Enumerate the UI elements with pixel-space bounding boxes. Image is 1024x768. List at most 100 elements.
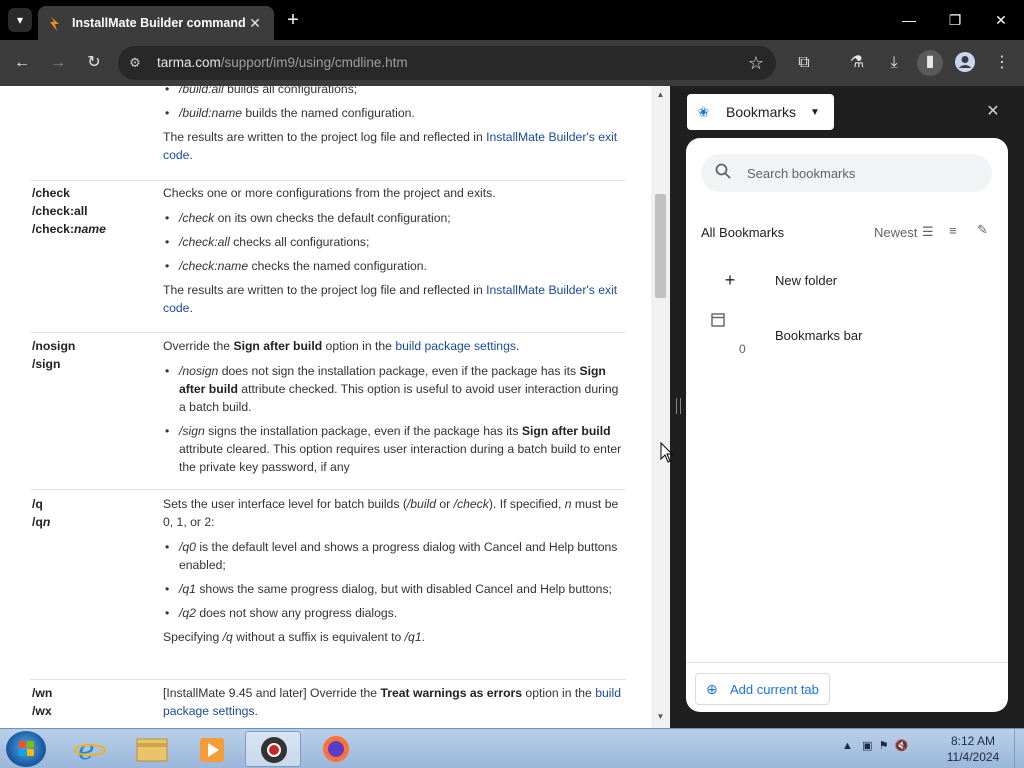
option-code: /build:all bbox=[179, 86, 224, 96]
url-path: /support/im9/using/cmdline.htm bbox=[220, 55, 408, 70]
volume-muted-icon[interactable]: 🔇 bbox=[895, 740, 909, 752]
system-tray: ▲ ▣ ⚑ 🔇 bbox=[842, 739, 908, 752]
show-hidden-icons[interactable]: ▲ bbox=[842, 740, 853, 752]
list-item: /check on its own checks the default con… bbox=[163, 209, 623, 227]
close-window-button[interactable]: ✕ bbox=[989, 8, 1013, 32]
flag-icon[interactable]: ⚑ bbox=[879, 740, 889, 752]
option-code: /q1 bbox=[404, 630, 422, 644]
item-text: checks the named configuration. bbox=[248, 259, 427, 273]
selector-label: Bookmarks bbox=[726, 104, 797, 120]
back-icon[interactable]: ← bbox=[10, 51, 34, 75]
restore-button[interactable]: ❐ bbox=[943, 8, 967, 32]
bookmarks-icon: ✬ bbox=[697, 104, 710, 121]
option-code: /sign bbox=[179, 424, 205, 438]
search-bookmarks-input[interactable]: Search bookmarks bbox=[701, 154, 992, 192]
bookmarks-panel: Search bookmarks All Bookmarks Newest ☰ … bbox=[686, 138, 1008, 712]
network-icon[interactable]: ▣ bbox=[862, 740, 872, 752]
active-tab[interactable]: InstallMate Builder command l ✕ bbox=[38, 6, 274, 40]
item-text: signs the installation package, even if … bbox=[204, 424, 522, 438]
bold-text: Treat warnings as errors bbox=[380, 686, 523, 700]
show-desktop-button[interactable] bbox=[1014, 729, 1024, 768]
row-options: /q /qn bbox=[32, 495, 152, 531]
bookmark-star-icon[interactable]: ☆ bbox=[746, 53, 766, 73]
side-panel-selector[interactable]: ✬ Bookmarks ▼ bbox=[687, 94, 834, 130]
menu-icon[interactable]: ⋮ bbox=[990, 51, 1014, 75]
option-code: n bbox=[564, 497, 572, 511]
list-item: /build:all builds all configurations; bbox=[163, 86, 623, 98]
para-text: . bbox=[189, 148, 193, 162]
resize-grip-icon[interactable] bbox=[676, 398, 681, 414]
para-text: or bbox=[436, 497, 454, 511]
close-panel-icon[interactable]: ✕ bbox=[984, 102, 1002, 122]
item-text: attribute checked. This option is useful… bbox=[179, 382, 619, 414]
list-view-icon[interactable]: ≡ bbox=[949, 223, 957, 238]
scroll-up-icon[interactable]: ▲ bbox=[655, 90, 666, 99]
add-circle-icon: ⊕ bbox=[706, 680, 718, 697]
plus-icon: + bbox=[703, 261, 757, 299]
option-code: /q1 bbox=[179, 582, 196, 596]
list-item[interactable]: 0 Bookmarks bar bbox=[701, 310, 991, 362]
forward-icon[interactable]: → bbox=[46, 51, 70, 75]
option-label: /q bbox=[32, 497, 43, 511]
add-current-tab-button[interactable]: ⊕ Add current tab bbox=[695, 673, 830, 705]
list-item: /q2 does not show any progress dialogs. bbox=[163, 604, 623, 622]
sort-icon[interactable]: ☰ bbox=[922, 224, 934, 240]
option-label: /nosign bbox=[32, 339, 76, 353]
favicon-icon bbox=[48, 16, 62, 31]
clock[interactable]: 8:12 AM 11/4/2024 bbox=[940, 733, 1006, 765]
new-tab-button[interactable]: + bbox=[282, 9, 304, 31]
outro-text: Specifying /q without a suffix is equiva… bbox=[163, 628, 623, 646]
build-package-settings-link[interactable]: build package settings bbox=[395, 339, 516, 353]
new-folder-button[interactable]: + New folder bbox=[701, 261, 991, 301]
all-bookmarks-label: All Bookmarks bbox=[701, 225, 785, 240]
item-text: checks all configurations; bbox=[229, 235, 370, 249]
start-button[interactable] bbox=[6, 731, 46, 767]
row-options: /check /check:all /check:name bbox=[32, 184, 152, 238]
caret-down-icon: ▼ bbox=[810, 106, 820, 118]
tab-search-button[interactable]: ▾ bbox=[8, 8, 32, 32]
scroll-down-icon[interactable]: ▼ bbox=[655, 712, 666, 721]
bookmarks-bar-label: Bookmarks bar bbox=[775, 328, 863, 343]
table-row: /q /qn Sets the user interface level for… bbox=[30, 495, 626, 680]
labs-icon[interactable]: ⚗ bbox=[845, 51, 869, 75]
bold-text: Sign after build bbox=[233, 339, 323, 353]
edit-icon[interactable]: ✎ bbox=[977, 222, 988, 238]
tab-close-icon[interactable]: ✕ bbox=[246, 15, 264, 32]
option-code: /q2 bbox=[179, 606, 196, 620]
internet-explorer-icon[interactable]: e bbox=[62, 731, 118, 767]
browser-toolbar: ← → ↻ ⚙ tarma.com/support/im9/using/cmdl… bbox=[0, 40, 1024, 86]
bold-text: Sign after build bbox=[521, 424, 611, 438]
media-player-icon[interactable] bbox=[184, 731, 240, 767]
option-label: /wn bbox=[32, 686, 53, 700]
intro-text: Checks one or more configurations from t… bbox=[163, 186, 496, 200]
item-text: on its own checks the default configurat… bbox=[214, 211, 451, 225]
page-scrollbar[interactable]: ▲ ▼ bbox=[651, 86, 670, 728]
bookmark-count: 0 bbox=[739, 342, 746, 356]
reload-icon[interactable]: ↻ bbox=[82, 51, 106, 75]
chrome-icon[interactable] bbox=[245, 731, 301, 767]
url-text[interactable]: tarma.com/support/im9/using/cmdline.htm bbox=[157, 55, 408, 70]
table-row: /wn /wx [InstallMate 9.45 and later] Ove… bbox=[30, 684, 626, 728]
address-bar[interactable]: ⚙ tarma.com/support/im9/using/cmdline.ht… bbox=[118, 46, 776, 80]
file-explorer-icon[interactable] bbox=[124, 731, 180, 767]
folder-icon: 0 bbox=[703, 310, 757, 362]
list-item: /q1 shows the same progress dialog, but … bbox=[163, 580, 623, 598]
divider bbox=[686, 662, 1008, 663]
table-row: /check /check:all /check:name Checks one… bbox=[30, 184, 626, 333]
clock-date: 11/4/2024 bbox=[946, 750, 1000, 764]
profile-icon[interactable] bbox=[953, 51, 977, 75]
extensions-icon[interactable]: ⧉ bbox=[792, 51, 816, 75]
sort-button[interactable]: Newest bbox=[874, 225, 917, 240]
site-info-icon[interactable]: ⚙ bbox=[126, 54, 144, 72]
taskbar: e ▲ ▣ ⚑ 🔇 8:12 AM 11/4/2024 bbox=[0, 728, 1024, 768]
download-icon[interactable]: ⤓ bbox=[882, 51, 906, 75]
minimize-button[interactable]: — bbox=[897, 8, 921, 32]
para-text: [InstallMate 9.45 and later] Override th… bbox=[163, 686, 381, 700]
side-panel-icon[interactable]: ▮ bbox=[917, 50, 943, 76]
para-text: option in the bbox=[522, 686, 596, 700]
chevron-down-icon: ▾ bbox=[16, 13, 24, 27]
option-label: /wx bbox=[32, 704, 52, 718]
tab-title: InstallMate Builder command l bbox=[72, 16, 246, 30]
scroll-thumb[interactable] bbox=[655, 194, 666, 298]
firefox-icon[interactable] bbox=[308, 731, 364, 767]
